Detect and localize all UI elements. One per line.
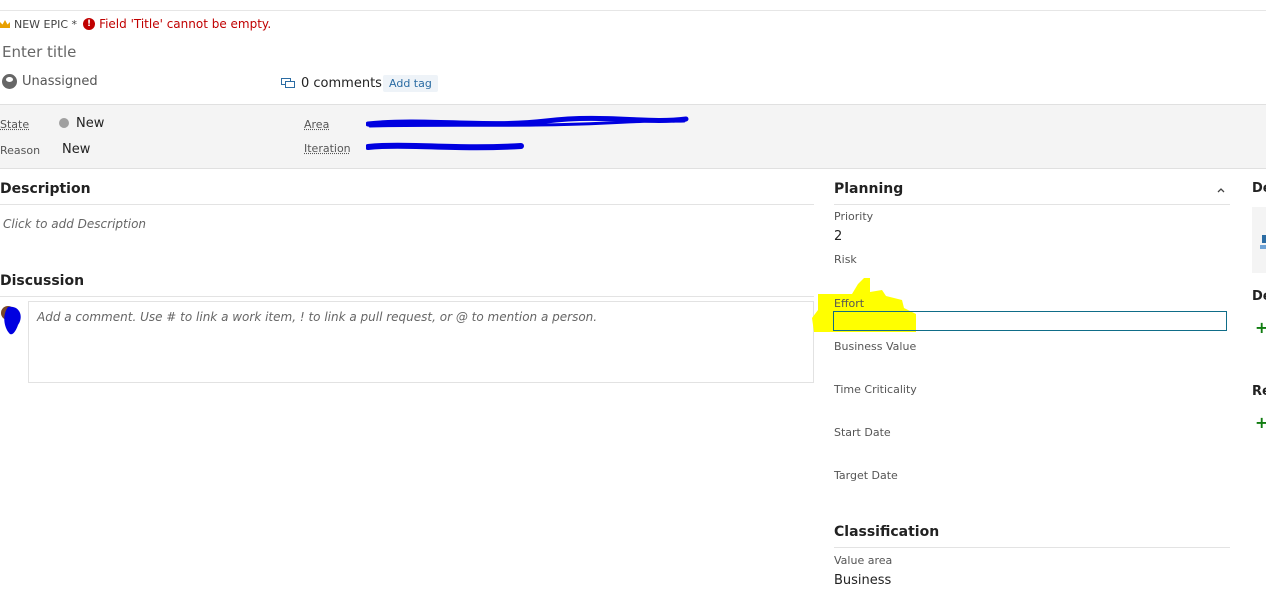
business-value-field[interactable] xyxy=(834,355,1228,375)
state-label: State xyxy=(0,118,30,131)
iteration-label: Iteration xyxy=(304,142,351,155)
description-divider xyxy=(0,204,814,205)
work-item-type-label: NEW EPIC * xyxy=(14,17,78,31)
area-label: Area xyxy=(304,118,330,131)
priority-label: Priority xyxy=(834,210,874,223)
state-value: New xyxy=(76,116,105,131)
priority-field[interactable]: 2 xyxy=(834,229,842,244)
right-section-2-title: De xyxy=(1252,289,1266,304)
comment-icon xyxy=(281,78,295,88)
classification-divider xyxy=(834,547,1230,548)
time-criticality-label: Time Criticality xyxy=(834,383,917,396)
reason-label: Reason xyxy=(0,144,41,157)
time-criticality-field[interactable] xyxy=(834,398,1228,418)
avatar-icon xyxy=(2,74,17,89)
effort-label: Effort xyxy=(834,297,865,310)
right-section-1-title: De xyxy=(1252,181,1266,196)
comments-link[interactable]: 0 comments xyxy=(281,76,382,91)
reason-dropdown[interactable]: New xyxy=(62,142,90,157)
description-title: Description xyxy=(0,181,91,197)
area-path-field[interactable] xyxy=(366,112,691,134)
value-area-label: Value area xyxy=(834,554,893,567)
title-input[interactable] xyxy=(2,40,702,64)
right-section-3-title: Re xyxy=(1252,384,1266,399)
link-card-icon xyxy=(1260,235,1266,249)
crown-icon xyxy=(0,20,10,28)
target-date-label: Target Date xyxy=(834,469,898,482)
value-area-dropdown[interactable]: Business xyxy=(834,573,891,588)
discussion-title: Discussion xyxy=(0,273,85,289)
effort-input[interactable] xyxy=(833,311,1227,331)
plus-icon[interactable]: + xyxy=(1255,413,1266,432)
comment-input[interactable] xyxy=(29,302,813,382)
assigned-to-label: Unassigned xyxy=(22,74,98,89)
state-dropdown[interactable]: New xyxy=(59,116,104,131)
risk-label: Risk xyxy=(834,253,857,266)
classification-title: Classification xyxy=(834,524,940,540)
start-date-field[interactable] xyxy=(834,441,1228,461)
plus-icon[interactable]: + xyxy=(1255,318,1266,337)
assigned-to-control[interactable]: Unassigned xyxy=(2,74,98,89)
iteration-path-field[interactable] xyxy=(366,138,526,156)
state-dot-icon xyxy=(59,118,69,128)
right-section-1-card[interactable] xyxy=(1252,207,1266,273)
planning-title: Planning xyxy=(834,181,904,197)
redaction-scribble xyxy=(366,115,689,128)
comments-count: 0 comments xyxy=(301,76,382,91)
discussion-divider xyxy=(0,296,814,297)
work-item-header: NEW EPIC * ! Field 'Title' cannot be emp… xyxy=(0,15,271,33)
business-value-label: Business Value xyxy=(834,340,917,353)
add-tag-button[interactable]: Add tag xyxy=(383,75,438,92)
planning-divider xyxy=(834,204,1230,205)
chevron-up-icon[interactable] xyxy=(1215,186,1227,194)
user-avatar-icon xyxy=(1,306,21,335)
top-divider xyxy=(0,10,1266,11)
target-date-field[interactable] xyxy=(834,484,1228,504)
comment-box[interactable] xyxy=(28,301,814,383)
description-editor[interactable]: Click to add Description xyxy=(3,217,146,231)
error-message: Field 'Title' cannot be empty. xyxy=(99,17,272,31)
start-date-label: Start Date xyxy=(834,426,891,439)
error-icon: ! xyxy=(83,18,96,30)
redaction-scribble xyxy=(366,142,524,151)
